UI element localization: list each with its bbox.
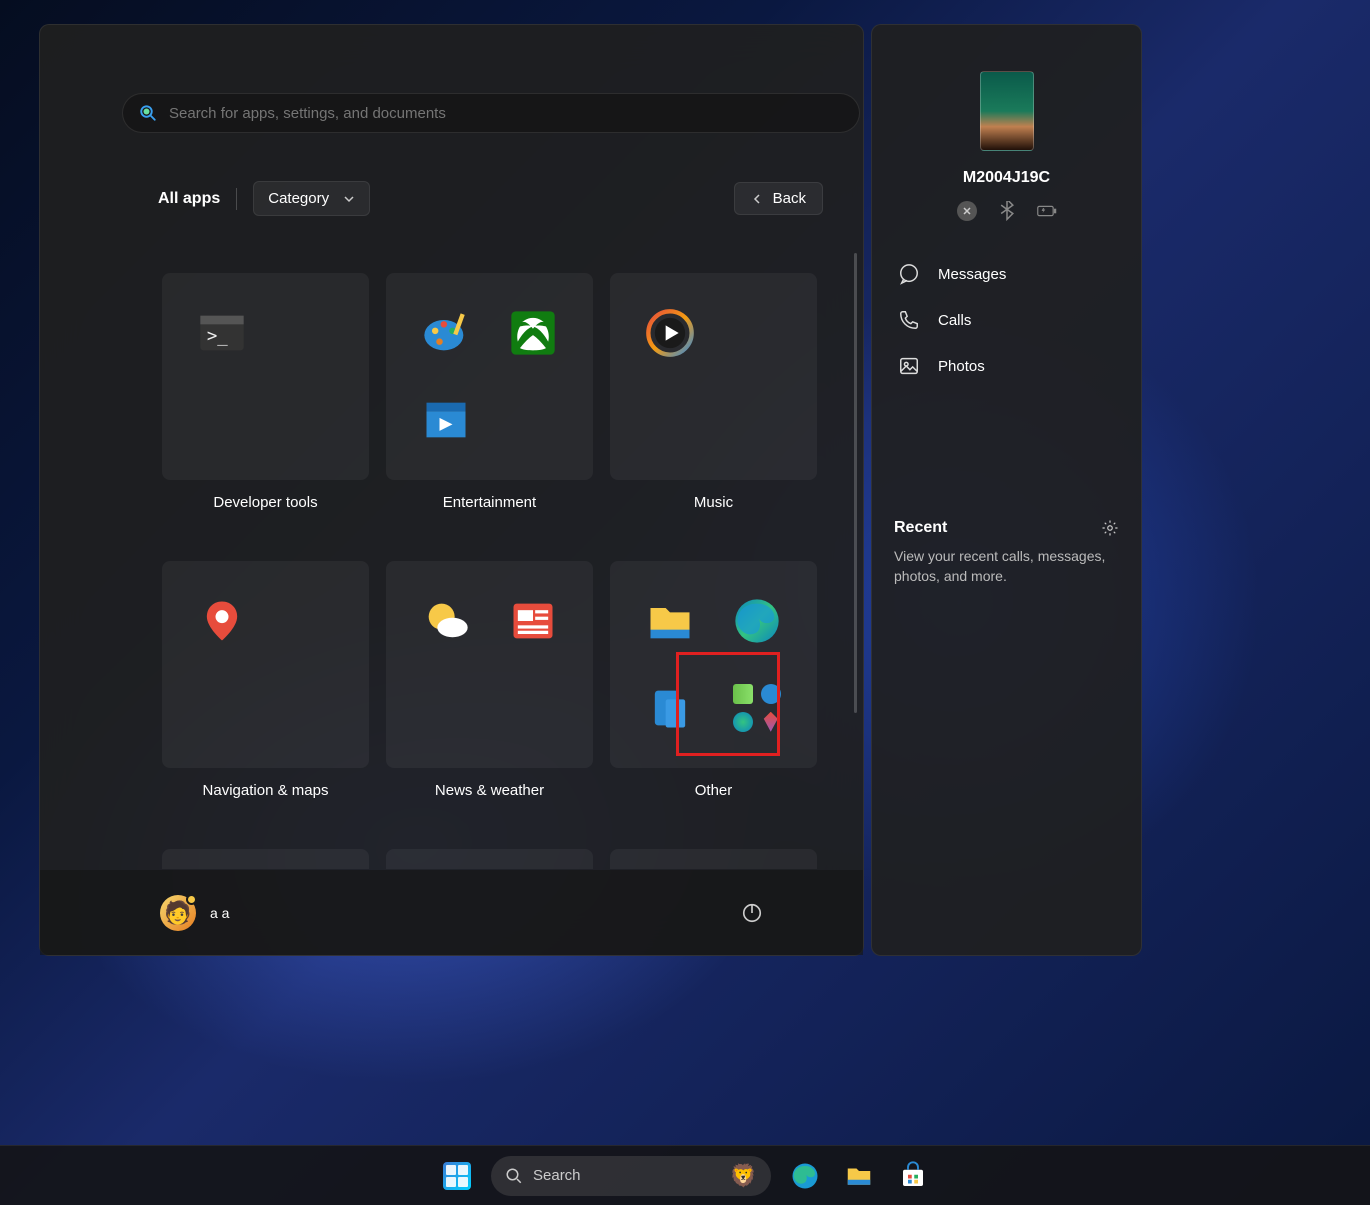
chevron-left-icon xyxy=(751,193,763,205)
category-label: Music xyxy=(694,494,733,511)
dropdown-label: Category xyxy=(268,190,329,207)
link-label: Messages xyxy=(938,266,1006,283)
bluetooth-icon[interactable] xyxy=(997,201,1017,221)
xbox-icon xyxy=(507,307,559,359)
phone-name: M2004J19C xyxy=(894,169,1119,187)
terminal-icon: >_ xyxy=(196,307,248,359)
category-music[interactable]: Music xyxy=(610,273,817,511)
category-dropdown[interactable]: Category xyxy=(253,181,370,216)
start-button[interactable] xyxy=(437,1156,477,1196)
paint-icon xyxy=(420,307,472,359)
categories-grid: >_ Developer tools Entertainment xyxy=(162,273,817,869)
search-input[interactable] xyxy=(169,105,843,122)
taskbar-edge[interactable] xyxy=(785,1156,825,1196)
media-player-icon xyxy=(644,307,696,359)
phone-thumbnail[interactable] xyxy=(980,71,1034,151)
user-avatar[interactable]: 🧑 xyxy=(160,895,196,931)
gear-icon[interactable] xyxy=(1101,519,1119,537)
battery-icon[interactable] xyxy=(1037,201,1057,221)
category-label: Navigation & maps xyxy=(203,782,329,799)
taskbar-search[interactable]: Search 🦁 xyxy=(491,1156,771,1196)
category-news-weather[interactable]: News & weather xyxy=(386,561,593,799)
phone-link-panel: M2004J19C Messages Calls Photos Recent V… xyxy=(871,24,1142,956)
recent-header: Recent xyxy=(894,519,1119,537)
taskbar-explorer[interactable] xyxy=(839,1156,879,1196)
edge-icon xyxy=(731,595,783,647)
category-box xyxy=(610,273,817,480)
phone-link-calls[interactable]: Calls xyxy=(894,297,1119,343)
file-explorer-icon xyxy=(644,595,696,647)
taskbar-search-label: Search xyxy=(533,1167,581,1184)
mini-icon-1 xyxy=(733,684,753,704)
divider xyxy=(236,188,237,210)
scrollbar[interactable] xyxy=(854,253,857,713)
recent-description: View your recent calls, messages, photos… xyxy=(894,547,1119,586)
category-developer-tools[interactable]: >_ Developer tools xyxy=(162,273,369,511)
category-label: Developer tools xyxy=(213,494,317,511)
category-partial-3[interactable] xyxy=(610,849,817,869)
search-icon xyxy=(505,1167,523,1185)
mini-icon-3 xyxy=(733,712,753,732)
category-box xyxy=(386,561,593,768)
recent-title: Recent xyxy=(894,519,947,537)
lion-icon: 🦁 xyxy=(730,1163,757,1189)
news-icon xyxy=(507,595,559,647)
category-partial-1[interactable] xyxy=(162,849,369,869)
category-box xyxy=(386,273,593,480)
category-box xyxy=(162,561,369,768)
message-icon xyxy=(898,263,920,285)
phone-status-row xyxy=(894,201,1119,221)
all-apps-label: All apps xyxy=(158,190,220,208)
mini-icon-4 xyxy=(761,712,781,732)
phone-link-photos[interactable]: Photos xyxy=(894,343,1119,389)
category-box xyxy=(610,561,817,768)
svg-text:>_: >_ xyxy=(207,327,228,347)
link-label: Calls xyxy=(938,312,971,329)
start-menu-panel: All apps Category Back >_ Developer tool… xyxy=(39,24,864,956)
search-bar[interactable] xyxy=(122,93,860,133)
category-box: >_ xyxy=(162,273,369,480)
category-label: Other xyxy=(695,782,733,799)
back-button[interactable]: Back xyxy=(734,182,823,215)
mini-icon-2 xyxy=(761,684,781,704)
user-name[interactable]: a a xyxy=(210,905,229,921)
clipchamp-icon xyxy=(420,394,472,446)
taskbar-store[interactable] xyxy=(893,1156,933,1196)
category-label: Entertainment xyxy=(443,494,536,511)
apps-header-row: All apps Category Back xyxy=(158,181,823,216)
category-navigation-maps[interactable]: Navigation & maps xyxy=(162,561,369,799)
category-other[interactable]: Other xyxy=(610,561,817,799)
taskbar: Search 🦁 xyxy=(0,1145,1370,1205)
link-label: Photos xyxy=(938,358,985,375)
power-button[interactable] xyxy=(741,902,763,924)
image-icon xyxy=(898,355,920,377)
category-entertainment[interactable]: Entertainment xyxy=(386,273,593,511)
category-label: News & weather xyxy=(435,782,544,799)
maps-icon xyxy=(196,595,248,647)
search-icon xyxy=(139,104,157,122)
back-label: Back xyxy=(773,190,806,207)
apps-cluster xyxy=(731,682,783,734)
phone-icon xyxy=(898,309,920,331)
phone-link-icon xyxy=(644,682,696,734)
disconnected-icon[interactable] xyxy=(957,201,977,221)
category-partial-2[interactable] xyxy=(386,849,593,869)
start-footer: 🧑 a a xyxy=(40,870,863,955)
chevron-down-icon xyxy=(343,193,355,205)
phone-link-messages[interactable]: Messages xyxy=(894,251,1119,297)
weather-icon xyxy=(420,595,472,647)
